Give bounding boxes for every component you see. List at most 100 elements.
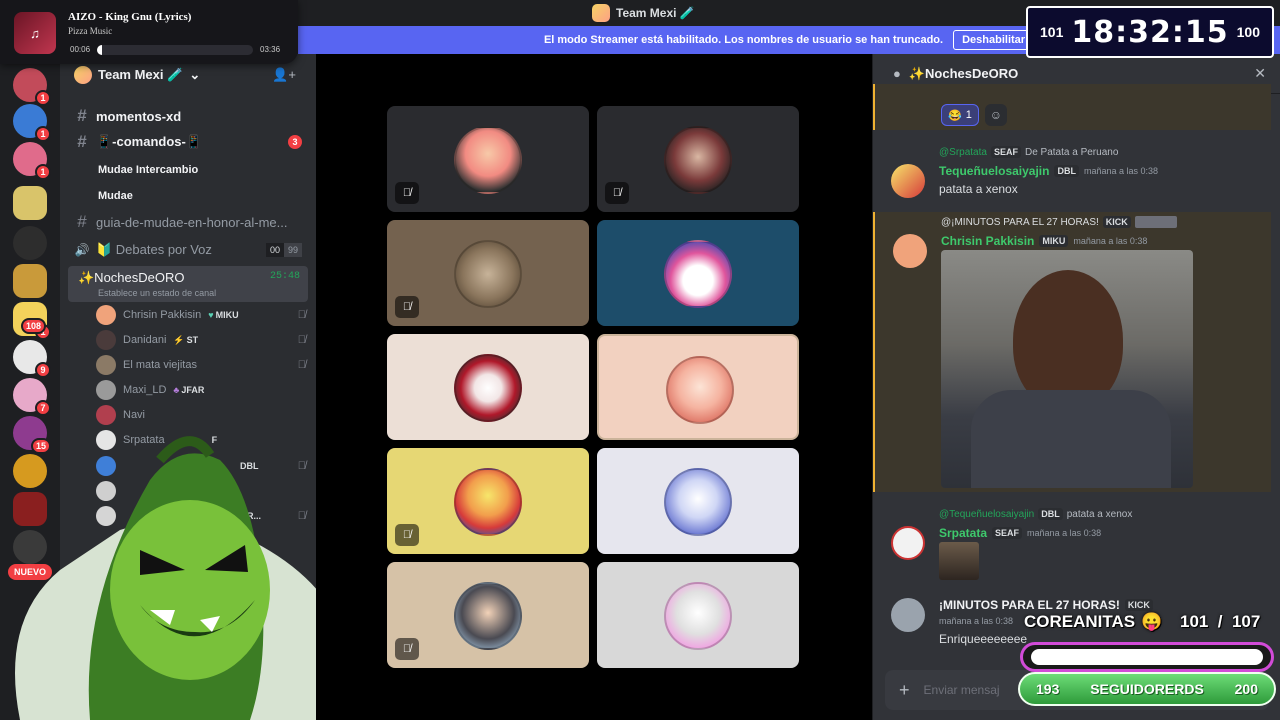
chat-message: @Tequeñuelosaiyajin DBL patata a xenox S… [873, 504, 1271, 586]
goal-title-text: COREANITAS [1024, 612, 1136, 631]
mention-badge: 1 [35, 164, 51, 180]
participant-tile[interactable]: 🎙̸ [387, 562, 589, 668]
plus-icon[interactable]: + [899, 680, 910, 701]
channel-label: 📱-comandos-📱 [96, 134, 203, 149]
user-limit-pill: 00 99 [265, 243, 302, 257]
voice-call-stage: 🎙̸ 🎙̸ 🎙̸ 🎙̸ 🎙̸ [316, 54, 872, 720]
server-avatar-icon [74, 66, 92, 84]
mention-badge: 1 [35, 90, 51, 106]
thread-item[interactable]: Mudae Intercambio [68, 158, 308, 182]
server-icon[interactable] [13, 186, 47, 220]
active-voice-channel[interactable]: ✨NochesDeORO 25:48 Establece un estado d… [68, 266, 308, 302]
participant-tile[interactable]: 🎙̸ [387, 106, 589, 212]
reply-text: De Patata a Peruano [1024, 146, 1119, 158]
reply-tag: SEAF [990, 146, 1021, 158]
disable-streamer-mode-button[interactable]: Deshabilitar [953, 30, 1035, 50]
voice-member[interactable]: Danidani ⚡ ST 🎙̸ [96, 329, 306, 351]
add-reaction-icon[interactable]: ☺ [984, 104, 1007, 126]
mention-badge: 1 [35, 126, 51, 142]
server-avatar-icon [592, 4, 610, 22]
avatar [96, 355, 116, 375]
member-name: Maxi_LD [123, 384, 167, 396]
participant-tile[interactable] [387, 334, 589, 440]
voice-member[interactable]: Chrisin Pakkisin ♥ MIKU 🎙̸ [96, 304, 306, 326]
participant-tile[interactable] [597, 334, 799, 440]
channel-item[interactable]: # momentos-xd [68, 104, 308, 128]
reply-preview[interactable]: @Tequeñuelosaiyajin DBL patata a xenox [939, 508, 1132, 520]
spoiler-block[interactable] [1134, 216, 1177, 228]
reply-user: @Srpatata [939, 146, 987, 158]
server-icon[interactable]: 7 [13, 378, 51, 416]
mic-muted-icon: 🎙̸ [395, 638, 419, 660]
reply-tag: DBL [1038, 508, 1063, 520]
user-count: 00 [265, 243, 284, 257]
avatar [891, 164, 925, 198]
participant-tile[interactable]: 🎙̸ [597, 106, 799, 212]
tag-label: MIKU [215, 310, 239, 320]
message-author[interactable]: ¡MINUTOS PARA EL 27 HORAS! KICK [939, 598, 1153, 612]
mic-muted-icon: 🎙̸ [395, 524, 419, 546]
mention-badge: 9 [35, 362, 51, 378]
participant-tile[interactable] [597, 220, 799, 326]
server-icon[interactable]: 1 [13, 104, 51, 142]
mic-muted-icon: 🎙̸ [605, 182, 629, 204]
reaction-chip[interactable]: 😂 1 [941, 104, 979, 126]
image-attachment[interactable] [941, 250, 1193, 488]
sticker-image[interactable] [939, 542, 979, 580]
emblem-icon: ♣ [173, 385, 180, 395]
server-icon[interactable]: 1 [13, 142, 51, 180]
tag-label: ST [186, 335, 199, 345]
avatar [96, 330, 116, 350]
chat-message: @Srpatata SEAF De Patata a Peruano Teque… [873, 142, 1271, 202]
song-duration: 03:36 [260, 45, 281, 54]
add-user-icon[interactable]: 👤+ [272, 67, 296, 83]
reply-preview[interactable]: @Srpatata SEAF De Patata a Peruano [939, 146, 1118, 158]
stream-clock: 101 18:32:15 100 [1026, 6, 1274, 58]
follower-goal-bar: 193 SEGUIDORERDS 200 [1018, 672, 1276, 706]
server-header[interactable]: Team Mexi 🧪 ⌄ [74, 66, 200, 84]
member-name: Danidani [123, 334, 167, 346]
server-icon[interactable]: 9 [13, 340, 51, 378]
song-artist: Pizza Music [68, 26, 113, 36]
reaction-bar: 😂 1 ☺ [941, 104, 1007, 126]
message-time: mañana a las 0:38 [1083, 166, 1159, 176]
author-tag: MIKU [1039, 235, 1069, 247]
avatar [454, 468, 522, 536]
message-author[interactable]: Srpatata SEAF mañana a las 0:38 [939, 526, 1101, 540]
close-icon[interactable]: ✕ [1254, 65, 1266, 82]
channel-label: guia-de-mudae-en-honor-al-me... [96, 214, 288, 230]
message-author[interactable]: Tequeñuelosaiyajin DBL mañana a las 0:38 [939, 164, 1158, 178]
goal-max: 200 [1234, 681, 1258, 697]
author-name: Tequeñuelosaiyajin [939, 164, 1050, 178]
server-icon[interactable] [13, 264, 47, 298]
channel-status-prompt[interactable]: Establece un estado de canal [98, 288, 216, 298]
server-icon[interactable]: 1 [13, 68, 51, 106]
thread-item[interactable]: Mudae [68, 184, 308, 208]
song-progress-bar [97, 45, 253, 55]
participant-tile[interactable] [597, 562, 799, 668]
server-icon[interactable] [13, 226, 47, 260]
reply-preview[interactable]: @¡MINUTOS PARA EL 27 HORAS! KICK [941, 216, 1177, 228]
avatar [893, 234, 927, 268]
voice-channel-item[interactable]: 🔊 🔰 Debates por Voz 00 99 [68, 238, 308, 262]
participant-tile[interactable]: 🎙̸ [387, 448, 589, 554]
member-name: Chrisin Pakkisin [123, 309, 202, 321]
mention-badge: 108 [21, 318, 47, 334]
participant-tile[interactable]: 🎙̸ [387, 220, 589, 326]
goal-count: 101 / 107 [1180, 612, 1261, 631]
author-tag: KICK [1124, 599, 1153, 611]
bolt-icon: ⚡ [173, 334, 185, 345]
clock-time: 18:32:15 [1071, 14, 1229, 50]
voice-member[interactable]: El mata viejitas 🎙̸ [96, 354, 306, 376]
server-name: Team Mexi 🧪 [98, 67, 184, 82]
channel-label: momentos-xd [96, 108, 182, 124]
message-input[interactable]: Enviar mensaj [924, 683, 1000, 697]
voice-member[interactable]: Maxi_LD ♣ JFAR [96, 379, 306, 401]
channel-item[interactable]: # 📱-comandos-📱 3 [68, 130, 308, 154]
mic-muted-icon: 🎙̸ [297, 309, 306, 321]
message-time: mañana a las 0:38 [1027, 528, 1102, 538]
channel-item[interactable]: # guia-de-mudae-en-honor-al-me... [68, 210, 308, 234]
participant-tile[interactable] [597, 448, 799, 554]
avatar [891, 526, 925, 560]
message-author[interactable]: Chrisin Pakkisin MIKU mañana a las 0:38 [941, 234, 1147, 248]
